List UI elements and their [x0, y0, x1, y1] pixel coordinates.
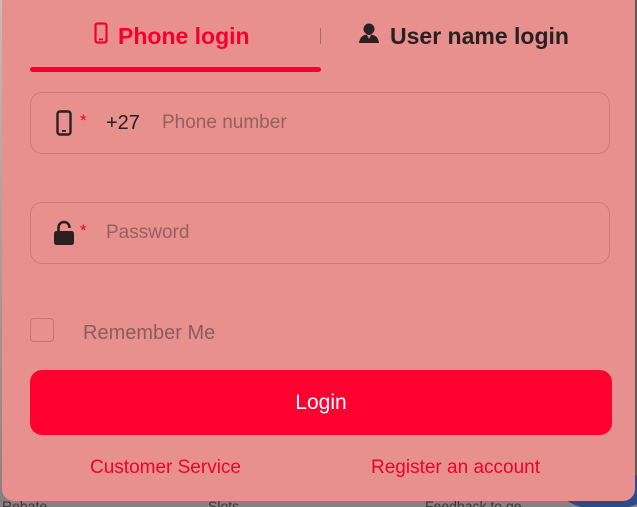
login-button[interactable]: Login: [30, 370, 612, 435]
phone-input[interactable]: [162, 105, 592, 141]
register-account-link[interactable]: Register an account: [371, 457, 540, 479]
password-input[interactable]: [106, 215, 586, 251]
tab-label: Phone login: [118, 22, 250, 49]
lock-icon: [53, 219, 75, 247]
tab-username-login[interactable]: User name login: [358, 14, 569, 58]
login-modal: Phone login User name login * +27 Phone …: [2, 0, 635, 501]
phone-field: * +27: [30, 92, 610, 154]
required-mark: *: [80, 221, 87, 240]
phone-icon: [53, 109, 75, 137]
remember-me-checkbox[interactable]: [30, 318, 54, 342]
tab-label: User name login: [390, 22, 569, 49]
required-mark: *: [80, 111, 87, 130]
tab-divider: [320, 28, 321, 44]
user-icon: [358, 22, 380, 50]
tab-phone-login[interactable]: Phone login: [94, 14, 250, 58]
password-field: *: [30, 202, 610, 264]
phone-icon: [94, 22, 108, 50]
country-code[interactable]: +27: [106, 112, 140, 135]
remember-me-label[interactable]: Remember Me: [83, 322, 215, 345]
customer-service-link[interactable]: Customer Service: [90, 457, 241, 479]
active-tab-indicator: [30, 67, 321, 72]
